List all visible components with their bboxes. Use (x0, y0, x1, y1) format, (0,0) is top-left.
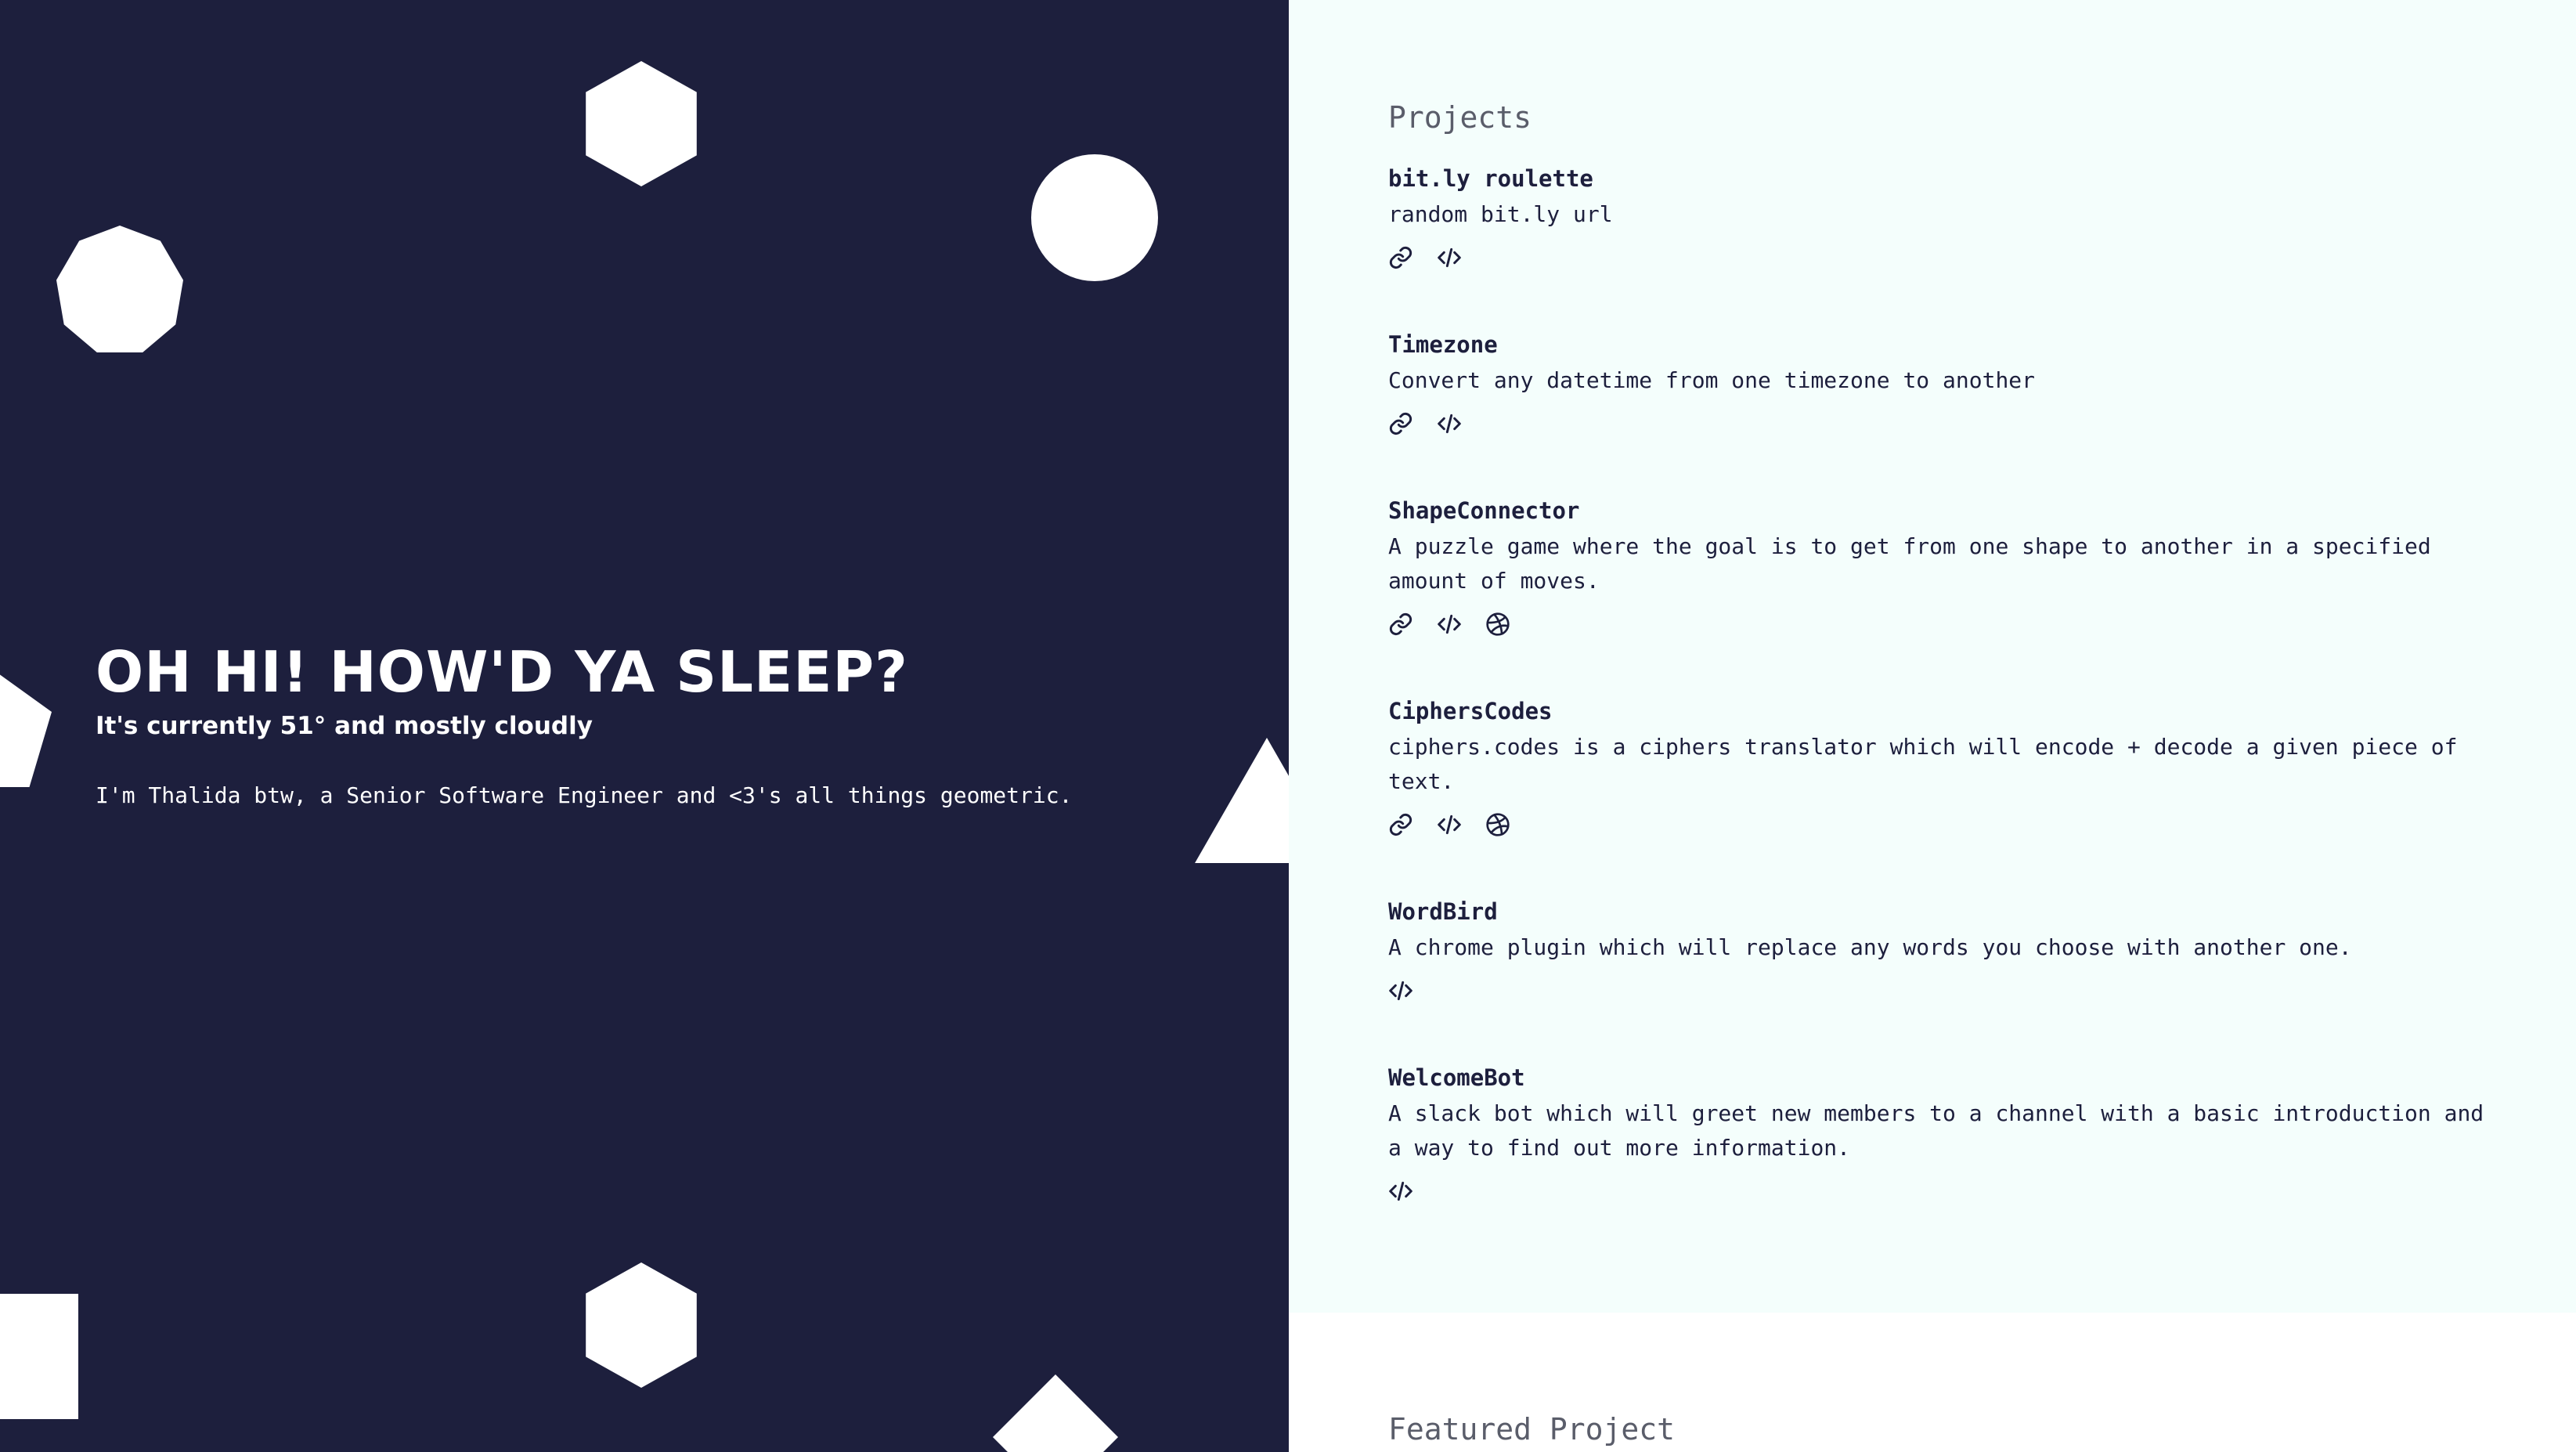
content-panel: Projects bit.ly roulette random bit.ly u… (1289, 0, 2576, 1452)
project-links (1388, 1178, 2500, 1205)
diamond-shape (993, 1374, 1118, 1452)
project-title: WordBird (1388, 898, 1498, 925)
greeting-heading: OH HI! HOW'D YA SLEEP? (96, 639, 908, 705)
project-description: A puzzle game where the goal is to get f… (1388, 533, 2431, 594)
project-item: bit.ly roulette random bit.ly url (1388, 163, 2500, 271)
code-icon[interactable] (1437, 612, 1462, 637)
project-item: ShapeConnector A puzzle game where the g… (1388, 495, 2500, 638)
project-links (1388, 977, 2500, 1004)
octagon-shape (56, 226, 183, 352)
project-item: CiphersCodes ciphers.codes is a ciphers … (1388, 695, 2500, 838)
intro-text: I'm Thalida btw, a Senior Software Engin… (96, 782, 1073, 808)
project-links (1388, 811, 2500, 838)
code-icon[interactable] (1388, 978, 1413, 1003)
project-item: Timezone Convert any datetime from one t… (1388, 329, 2500, 437)
code-icon[interactable] (1388, 1179, 1413, 1204)
link-icon[interactable] (1388, 411, 1413, 436)
dribbble-icon[interactable] (1485, 812, 1510, 837)
link-icon[interactable] (1388, 812, 1413, 837)
project-title: ShapeConnector (1388, 497, 1580, 524)
code-icon[interactable] (1437, 812, 1462, 837)
project-title: WelcomeBot (1388, 1064, 1525, 1091)
link-icon[interactable] (1388, 612, 1413, 637)
hexagon-shape (586, 1262, 697, 1388)
project-description: random bit.ly url (1388, 201, 1613, 227)
hero-panel: OH HI! HOW'D YA SLEEP? It's currently 51… (0, 0, 1289, 1452)
project-description: ciphers.codes is a ciphers translator wh… (1388, 734, 2458, 794)
project-links (1388, 410, 2500, 437)
project-links (1388, 244, 2500, 271)
weather-text: It's currently 51° and mostly cloudly (96, 712, 593, 740)
projects-section: Projects bit.ly roulette random bit.ly u… (1289, 0, 2576, 1313)
project-description: A chrome plugin which will replace any w… (1388, 934, 2352, 960)
project-description: A slack bot which will greet new members… (1388, 1100, 2484, 1161)
dribbble-icon[interactable] (1485, 612, 1510, 637)
pentagon-shape (0, 670, 56, 787)
hexagon-shape (586, 61, 697, 186)
project-item: WelcomeBot A slack bot which will greet … (1388, 1062, 2500, 1205)
code-icon[interactable] (1437, 411, 1462, 436)
circle-shape (1031, 154, 1158, 281)
project-links (1388, 611, 2500, 638)
featured-project-heading: Featured Project (1388, 1412, 1676, 1447)
project-title: CiphersCodes (1388, 698, 1553, 724)
hero-text: OH HI! HOW'D YA SLEEP? It's currently 51… (96, 636, 1239, 811)
projects-heading: Projects (1388, 100, 1532, 135)
project-title: Timezone (1388, 331, 1498, 358)
code-icon[interactable] (1437, 245, 1462, 270)
square-shape (0, 1294, 78, 1419)
project-item: WordBird A chrome plugin which will repl… (1388, 896, 2500, 1004)
project-title: bit.ly roulette (1388, 165, 1593, 192)
link-icon[interactable] (1388, 245, 1413, 270)
project-description: Convert any datetime from one timezone t… (1388, 367, 2036, 393)
